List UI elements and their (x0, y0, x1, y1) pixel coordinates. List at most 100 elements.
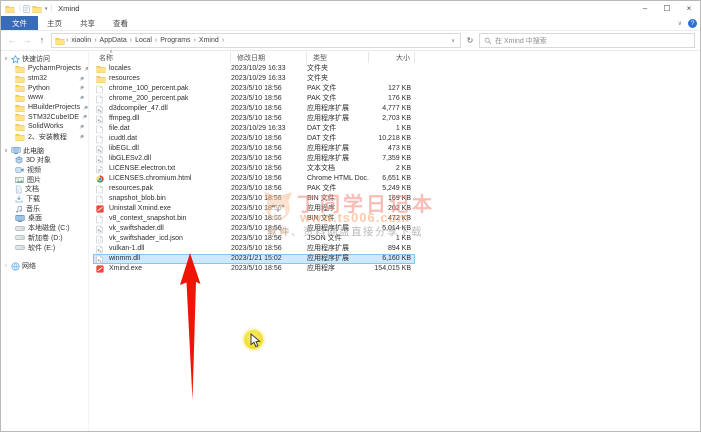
sidebar-item[interactable]: 图片 (1, 175, 88, 185)
table-row[interactable]: libGLESv2.dll2023/5/10 18:56应用程序扩展7,359 … (93, 154, 415, 164)
qat-properties-button[interactable] (23, 5, 30, 13)
forward-button[interactable]: → (21, 36, 33, 45)
folder-icon (15, 113, 25, 121)
file-date: 2023/10/29 16:33 (231, 64, 307, 74)
refresh-icon[interactable]: ↻ (464, 36, 476, 45)
sidebar-item[interactable]: 桌面 (1, 214, 88, 224)
file-type: 文件夹 (307, 64, 369, 74)
table-row[interactable]: Xmind.exe2023/5/10 18:56应用程序154,015 KB (93, 264, 415, 274)
table-row[interactable]: locales2023/10/29 16:33文件夹 (93, 64, 415, 74)
sidebar-section-0[interactable]: ∨快速访问 (1, 54, 88, 64)
column-header-0[interactable]: 名称∧ (93, 52, 231, 63)
file-name: vk_swiftshader.dll (109, 224, 231, 234)
file-date: 2023/5/10 18:56 (231, 244, 307, 254)
star-icon (11, 55, 20, 64)
table-row[interactable]: vk_swiftshader_icd.json2023/5/10 18:56JS… (93, 234, 415, 244)
file-name: resources.pak (109, 184, 231, 194)
folder-icon (15, 133, 25, 141)
menu-tab-1[interactable]: 共享 (71, 16, 104, 30)
maximize-button[interactable]: ☐ (656, 1, 678, 16)
file-size: 5,249 KB (369, 184, 415, 194)
table-row[interactable]: file.dat2023/10/29 16:33DAT 文件1 KB (93, 124, 415, 134)
sidebar-item[interactable]: stm32 (1, 74, 88, 84)
sidebar-item[interactable]: 下载 (1, 194, 88, 204)
table-row[interactable]: winmm.dll2023/1/21 15:02应用程序扩展6,160 KB (93, 254, 415, 264)
file-size: 176 KB (369, 94, 415, 104)
file-name: chrome_200_percent.pak (109, 94, 231, 104)
address-dropdown-icon[interactable]: ∨ (451, 38, 457, 44)
sidebar-section-2[interactable]: ›网络 (1, 261, 88, 271)
table-row[interactable]: chrome_100_percent.pak2023/5/10 18:56PAK… (93, 84, 415, 94)
sidebar-item[interactable]: HBuilderProjects (1, 103, 88, 113)
table-row[interactable]: ffmpeg.dll2023/5/10 18:56应用程序扩展2,703 KB (93, 114, 415, 124)
menu-tab-0[interactable]: 主页 (38, 16, 71, 30)
file-icon-cell (93, 174, 109, 184)
column-header-1[interactable]: 修改日期 (231, 52, 307, 63)
table-row[interactable]: d3dcompiler_47.dll2023/5/10 18:56应用程序扩展4… (93, 104, 415, 114)
ribbon-collapse-icon[interactable]: ∨ (678, 20, 682, 27)
file-size: 169 KB (369, 194, 415, 204)
sidebar-item[interactable]: STM32CubeIDE (1, 112, 88, 122)
file-size: 7,359 KB (369, 154, 415, 164)
table-row[interactable]: LICENSES.chromium.html2023/5/10 18:56Chr… (93, 174, 415, 184)
sidebar-item-label: 视频 (27, 165, 41, 175)
sidebar-item[interactable]: Python (1, 83, 88, 93)
sidebar-section-1[interactable]: ∨此电脑 (1, 146, 88, 156)
breadcrumb-segment[interactable]: Local (133, 37, 154, 44)
sidebar-item[interactable]: 3D 对象 (1, 156, 88, 166)
sidebar-item[interactable]: 新加卷 (D:) (1, 233, 88, 243)
sidebar-item[interactable]: SolidWorks (1, 122, 88, 132)
table-row[interactable]: Uninstall Xmind.exe2023/5/10 18:56应用程序20… (93, 204, 415, 214)
sidebar-item[interactable]: 本地磁盘 (C:) (1, 223, 88, 233)
search-input[interactable]: 在 Xmind 中搜索 (479, 33, 695, 48)
file-name: Xmind.exe (109, 264, 231, 274)
table-row[interactable]: vulkan-1.dll2023/5/10 18:56应用程序扩展894 KB (93, 244, 415, 254)
sidebar-item[interactable]: 软件 (E:) (1, 243, 88, 253)
file-date: 2023/5/10 18:56 (231, 114, 307, 124)
menu-tab-2[interactable]: 查看 (104, 16, 137, 30)
breadcrumb-segment[interactable]: xiaolin (69, 37, 93, 44)
menu-file[interactable]: 文件 (1, 16, 38, 30)
chevron-down-icon[interactable]: ∨ (3, 56, 9, 62)
breadcrumb-segment[interactable]: AppData (98, 37, 129, 44)
table-row[interactable]: resources2023/10/29 16:33文件夹 (93, 74, 415, 84)
sidebar-item[interactable]: 文档 (1, 185, 88, 195)
column-header-3[interactable]: 大小 (369, 52, 415, 63)
back-button[interactable]: ← (6, 36, 18, 45)
up-button[interactable]: ↑ (36, 36, 48, 45)
qat-new-folder-button[interactable] (32, 5, 42, 13)
table-row[interactable]: resources.pak2023/5/10 18:56PAK 文件5,249 … (93, 184, 415, 194)
sidebar-item[interactable]: 2、安装教程 (1, 132, 88, 142)
table-row[interactable]: v8_context_snapshot.bin2023/5/10 18:56BI… (93, 214, 415, 224)
table-row[interactable]: LICENSE.electron.txt2023/5/10 18:56文本文档2… (93, 164, 415, 174)
file-date: 2023/5/10 18:56 (231, 204, 307, 214)
breadcrumb-separator: › (155, 37, 157, 44)
sidebar-item[interactable]: 音乐 (1, 204, 88, 214)
file-type: BIN 文件 (307, 194, 369, 204)
sidebar-item[interactable]: PycharmProjects (1, 64, 88, 74)
table-row[interactable]: icudtl.dat2023/5/10 18:56DAT 文件10,218 KB (93, 134, 415, 144)
file-size: 154,015 KB (369, 264, 415, 274)
desktop-icon (15, 214, 25, 223)
qat-customize-button[interactable]: ▾ (45, 6, 48, 12)
table-row[interactable]: chrome_200_percent.pak2023/5/10 18:56PAK… (93, 94, 415, 104)
qat-separator: | (19, 5, 21, 12)
pin-icon (79, 76, 85, 82)
close-button[interactable]: × (678, 1, 700, 16)
breadcrumb-segment[interactable]: Programs (158, 37, 192, 44)
minimize-button[interactable]: – (634, 1, 656, 16)
file-size: 1 KB (369, 234, 415, 244)
chevron-right-icon[interactable]: › (3, 263, 9, 269)
column-header-2[interactable]: 类型 (307, 52, 369, 63)
breadcrumb-segment[interactable]: Xmind (197, 37, 221, 44)
file-icon (96, 185, 103, 194)
chevron-down-icon[interactable]: ∨ (3, 148, 9, 154)
sidebar-item[interactable]: 视频 (1, 165, 88, 175)
help-icon[interactable]: ? (688, 19, 697, 28)
table-row[interactable]: vk_swiftshader.dll2023/5/10 18:56应用程序扩展5… (93, 224, 415, 234)
sidebar-item[interactable]: www (1, 93, 88, 103)
file-icon-cell (93, 144, 109, 154)
table-row[interactable]: snapshot_blob.bin2023/5/10 18:56BIN 文件16… (93, 194, 415, 204)
table-row[interactable]: libEGL.dll2023/5/10 18:56应用程序扩展473 KB (93, 144, 415, 154)
breadcrumb[interactable]: ›xiaolin›AppData›Local›Programs›Xmind› ∨ (51, 33, 461, 48)
